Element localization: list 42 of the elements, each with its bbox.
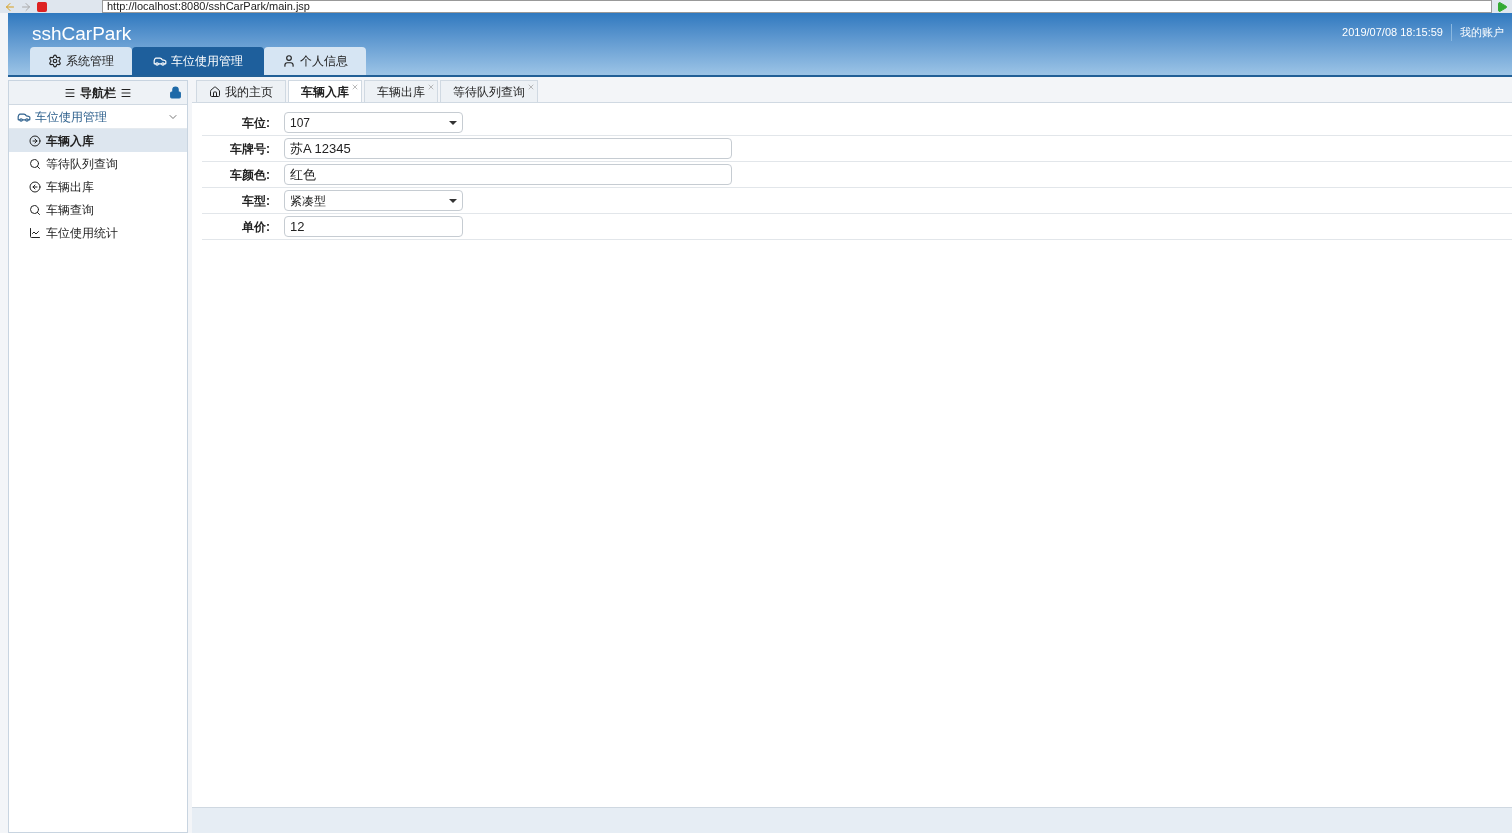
stop-icon[interactable] [36, 0, 48, 13]
dropdown-caret-icon [449, 120, 457, 125]
back-icon[interactable] [4, 0, 16, 13]
field-label: 车位: [241, 114, 271, 132]
content-tab[interactable]: 我的主页 [196, 80, 286, 102]
select-field[interactable]: 紧凑型 [284, 190, 463, 211]
input-field[interactable]: 12 [284, 216, 463, 237]
field-label: 车型: [241, 192, 271, 210]
left-arrow-circle-icon [29, 180, 41, 193]
content-tab[interactable]: 车辆出库 [364, 80, 438, 102]
settings-icon [48, 54, 62, 68]
search-icon [29, 203, 41, 216]
search-icon [29, 157, 41, 170]
input-field[interactable]: 红色 [284, 164, 732, 185]
main-tab[interactable]: 车位使用管理 [132, 47, 264, 75]
address-field[interactable]: http://localhost:8080/sshCarPark/main.jsp [102, 0, 1492, 13]
menu-icon [64, 86, 76, 99]
menu-icon [120, 86, 132, 99]
car-icon [153, 54, 167, 68]
close-icon[interactable] [427, 83, 435, 91]
right-arrow-circle-icon [29, 134, 41, 147]
field-label: 车颜色: [229, 166, 271, 184]
content-tab[interactable]: 车辆入库 [288, 80, 362, 102]
select-field[interactable]: 107 [284, 112, 463, 133]
main-tab[interactable]: 个人信息 [264, 47, 366, 75]
app-title: sshCarPark [32, 23, 132, 45]
field-label: 单价: [241, 218, 271, 236]
sidebar-title: 导航栏 [80, 84, 116, 102]
line-chart-icon [29, 226, 41, 239]
close-icon[interactable] [351, 83, 359, 91]
dropdown-caret-icon [449, 198, 457, 203]
group-label: 车位使用管理 [35, 108, 108, 126]
input-field[interactable]: 苏A 12345 [284, 138, 732, 159]
date-time: 2019/07/08 18:15:59 [1342, 24, 1452, 41]
user-icon [282, 54, 296, 68]
home-icon [209, 85, 221, 98]
sidebar-item[interactable]: 车辆入库 [9, 129, 187, 152]
field-label: 车牌号: [229, 140, 271, 158]
close-icon[interactable] [527, 83, 535, 91]
go-icon[interactable] [1496, 0, 1508, 13]
content-tab[interactable]: 等待队列查询 [440, 80, 538, 102]
main-tab[interactable]: 系统管理 [30, 47, 132, 75]
